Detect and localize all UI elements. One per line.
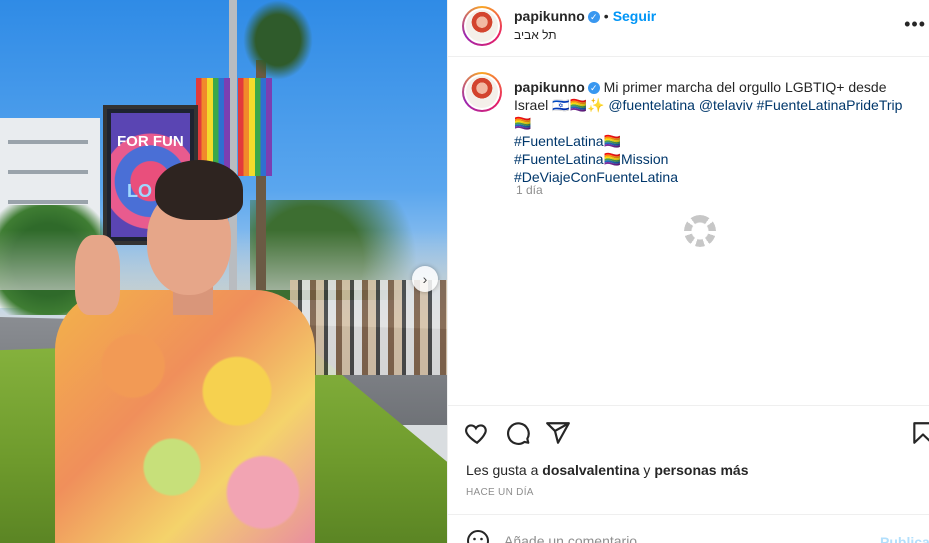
more-options-icon[interactable]: •••: [904, 14, 926, 35]
caption-timestamp[interactable]: 1 día: [516, 183, 543, 197]
hashtag-link[interactable]: #FuenteLatina: [514, 133, 604, 149]
post-image[interactable]: FOR FUN LO ›: [0, 0, 447, 543]
comment-icon[interactable]: [505, 420, 531, 446]
hair: [155, 160, 243, 220]
chevron-right-icon[interactable]: ›: [412, 266, 438, 292]
liker-username[interactable]: dosalvalentina: [542, 462, 639, 478]
emoji: 🏳️‍🌈: [603, 133, 621, 149]
separator-dot: •: [603, 8, 609, 24]
caption: papikunno ✓ Mi primer marcha del orgullo …: [514, 78, 914, 186]
avatar[interactable]: [462, 72, 502, 112]
header-user-row: papikunno ✓ • Seguir: [514, 8, 656, 26]
likes-middle: y: [639, 462, 655, 478]
location-link[interactable]: תל אביב: [514, 28, 557, 42]
mention-link[interactable]: @fuentelatina: [608, 97, 695, 113]
comment-input[interactable]: [504, 533, 844, 543]
action-bar: [448, 405, 929, 459]
emoji: 🏳️‍🌈: [603, 151, 621, 167]
bookmark-icon[interactable]: [910, 420, 929, 446]
emoji: 🏳️‍🌈✨: [569, 97, 605, 113]
hashtag-link[interactable]: #FuenteLatina: [514, 151, 604, 167]
hashtag-link[interactable]: #FuenteLatinaPrideTrip: [757, 97, 903, 113]
post-panel: papikunno ✓ • Seguir תל אביב ••• papikunno ✓…: [447, 0, 929, 543]
mention-link[interactable]: @telaviv: [699, 97, 753, 113]
post-header: papikunno ✓ • Seguir תל אביב •••: [448, 0, 929, 57]
likes-prefix: Les gusta a: [466, 462, 543, 478]
comment-bar: Publicar: [448, 514, 929, 543]
caption-username[interactable]: papikunno: [514, 79, 585, 95]
person: [55, 150, 315, 543]
post-date[interactable]: HACE UN DÍA: [466, 487, 534, 498]
follow-button[interactable]: Seguir: [613, 8, 657, 24]
billboard-text: FOR FUN: [117, 133, 184, 150]
share-icon[interactable]: [545, 420, 571, 446]
shirt: [55, 290, 315, 543]
avatar[interactable]: [462, 6, 502, 46]
heart-icon[interactable]: [464, 420, 490, 446]
mission-link[interactable]: Mission: [621, 151, 668, 167]
flag-emoji: 🇮🇱: [552, 97, 570, 113]
verified-badge-icon: ✓: [587, 10, 600, 23]
emoji: 🏳️‍🌈: [514, 115, 532, 131]
hand: [75, 235, 120, 315]
verified-badge-icon: ✓: [587, 82, 600, 95]
author-username[interactable]: papikunno: [514, 8, 585, 24]
palm-leaves: [243, 0, 313, 80]
loading-spinner-icon: [684, 215, 716, 247]
publish-button[interactable]: Publicar: [880, 534, 929, 543]
likes-others-link[interactable]: personas más: [654, 462, 748, 478]
emoji-icon[interactable]: [466, 529, 490, 543]
likes-summary: Les gusta a dosalvalentina y personas má…: [466, 462, 749, 478]
